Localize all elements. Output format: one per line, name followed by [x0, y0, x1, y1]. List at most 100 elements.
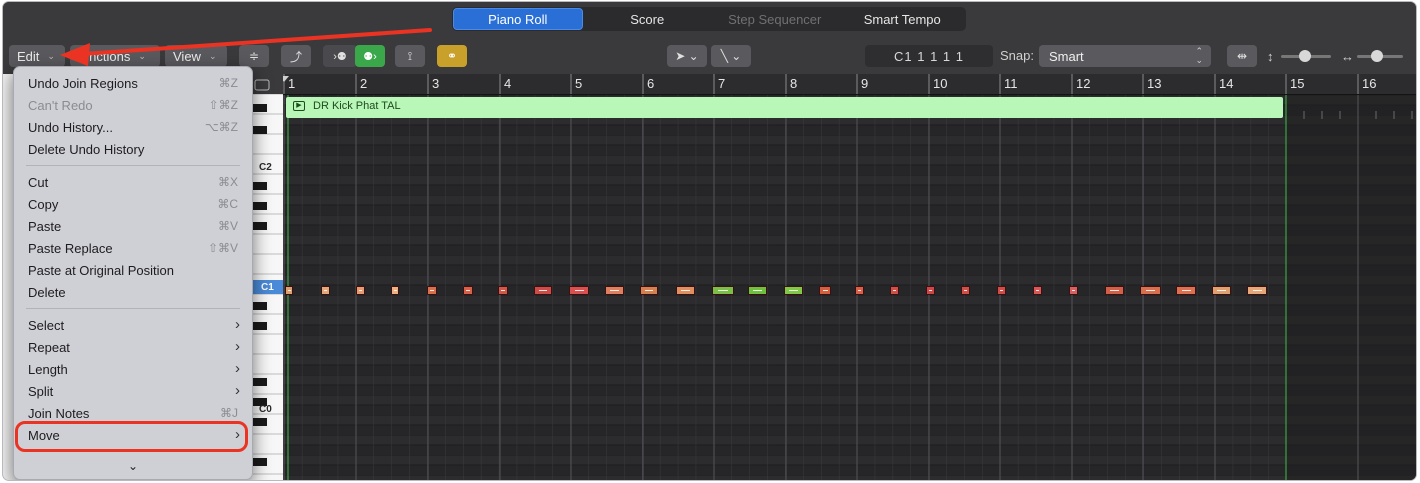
- menu-item-label: Length: [28, 362, 68, 377]
- menu-item-length[interactable]: Length ›: [14, 359, 252, 381]
- midi-note[interactable]: [890, 286, 899, 295]
- midi-note[interactable]: [784, 286, 803, 295]
- vertical-zoom-icon: ↕: [1267, 49, 1274, 64]
- menu-item-delete[interactable]: Delete: [14, 282, 252, 304]
- key-label-c0: C0: [259, 404, 272, 415]
- midi-out-button[interactable]: ⚉›: [355, 45, 385, 67]
- midi-note[interactable]: [997, 286, 1006, 295]
- menu-item-label: Undo History...: [28, 120, 114, 135]
- region-loop-icon: ▶: [293, 101, 305, 111]
- tab-smart-tempo[interactable]: Smart Tempo: [839, 7, 967, 31]
- midi-note[interactable]: [819, 286, 831, 295]
- tab-piano-roll[interactable]: Piano Roll: [453, 8, 583, 30]
- midi-note[interactable]: [640, 286, 658, 295]
- functions-menu-button[interactable]: Functions ⌄: [70, 45, 160, 67]
- catch-icon: ⟟: [407, 48, 413, 63]
- automation-button[interactable]: ⤴: [281, 45, 311, 67]
- menu-item-label: Split: [28, 384, 54, 399]
- slider-knob[interactable]: [1299, 50, 1311, 62]
- menu-item-copy[interactable]: Copy ⌘C: [14, 194, 252, 216]
- key-label-c1: C1: [261, 282, 274, 293]
- functions-menu-label: Functions: [74, 48, 131, 64]
- automation-curve-icon: ⤴: [289, 49, 302, 64]
- midi-region[interactable]: ▶ DR Kick Phat TAL: [286, 97, 1283, 118]
- midi-note[interactable]: [926, 286, 935, 295]
- bar-number: 4: [504, 76, 512, 91]
- midi-note[interactable]: [498, 286, 508, 295]
- tab-score[interactable]: Score: [584, 7, 712, 31]
- midi-note[interactable]: [427, 286, 437, 295]
- midi-note[interactable]: [356, 286, 365, 295]
- menu-item-shortcut: ⌘J: [220, 406, 238, 420]
- midi-note[interactable]: [1105, 286, 1124, 295]
- midi-in-button[interactable]: ›⚉: [323, 45, 357, 67]
- midi-note[interactable]: [748, 286, 767, 295]
- menu-item-shortcut: ⌘V: [217, 219, 238, 233]
- link-icon: ⚭: [446, 49, 458, 63]
- menu-item-undo-join-regions[interactable]: Undo Join Regions ⌘Z: [14, 73, 252, 95]
- midi-note[interactable]: [712, 286, 734, 295]
- menu-item-cut[interactable]: Cut ⌘X: [14, 172, 252, 194]
- bar-number: 2: [360, 76, 368, 91]
- menu-item-repeat[interactable]: Repeat ›: [14, 337, 252, 359]
- menu-item-shortcut: ⇧⌘Z: [208, 98, 238, 112]
- up-down-chevron-icon: ⌃ ⌄: [1195, 46, 1203, 65]
- bar-number: 5: [575, 76, 583, 91]
- menu-item-shortcut: ⌘X: [217, 175, 238, 189]
- menu-item-delete-undo-history[interactable]: Delete Undo History: [14, 139, 252, 161]
- bar-number: 7: [718, 76, 726, 91]
- midi-note[interactable]: [961, 286, 970, 295]
- edit-menu: Undo Join Regions ⌘Z Can't Redo ⇧⌘Z Undo H…: [13, 66, 253, 480]
- link-button[interactable]: ⚭: [437, 45, 467, 67]
- menu-item-label: Delete: [28, 285, 66, 300]
- tab-step-sequencer[interactable]: Step Sequencer: [711, 7, 839, 31]
- chevron-right-icon: ›: [235, 338, 240, 355]
- menu-item-label: Can't Redo: [28, 98, 93, 113]
- midi-note[interactable]: [1069, 286, 1078, 295]
- midi-note[interactable]: [463, 286, 473, 295]
- midi-note[interactable]: [321, 286, 330, 295]
- editor-tab-bar: Piano Roll Score Step Sequencer Smart Te…: [3, 2, 1416, 40]
- midi-note[interactable]: [1033, 286, 1042, 295]
- horizontal-zoom-slider[interactable]: [1357, 50, 1403, 62]
- menu-item-label: Paste Replace: [28, 241, 113, 256]
- midi-note[interactable]: [605, 286, 624, 295]
- vertical-zoom-slider[interactable]: [1281, 50, 1331, 62]
- fit-button[interactable]: ⇹: [1227, 45, 1257, 67]
- menu-item-split[interactable]: Split ›: [14, 381, 252, 403]
- slider-knob[interactable]: [1371, 50, 1383, 62]
- pencil-tool-button[interactable]: ╲ ⌄: [711, 45, 751, 67]
- midi-note[interactable]: [391, 286, 399, 295]
- menu-item-paste-replace[interactable]: Paste Replace ⇧⌘V: [14, 238, 252, 260]
- midi-note[interactable]: [1212, 286, 1231, 295]
- collapse-view-button[interactable]: ≑: [239, 45, 269, 67]
- position-display: C1 1 1 1 1: [865, 45, 993, 67]
- catch-button[interactable]: ⟟: [395, 45, 425, 67]
- ruler-ticks: [283, 74, 1359, 94]
- bar-ruler[interactable]: 1 2 3 4 5 6 7 8 9 10 11 12 13 14 15 16: [283, 74, 1416, 95]
- snap-value: Smart: [1049, 48, 1084, 64]
- menu-item-cant-redo[interactable]: Can't Redo ⇧⌘Z: [14, 95, 252, 117]
- menu-item-shortcut: ⌥⌘Z: [204, 120, 238, 134]
- midi-note[interactable]: [1176, 286, 1196, 295]
- edit-menu-button[interactable]: Edit ⌄: [9, 45, 65, 67]
- midi-note[interactable]: [676, 286, 695, 295]
- menu-item-undo-history[interactable]: Undo History... ⌥⌘Z: [14, 117, 252, 139]
- menu-item-select[interactable]: Select ›: [14, 315, 252, 337]
- menu-scroll-down-icon[interactable]: ⌄: [14, 459, 252, 479]
- pointer-tool-button[interactable]: ➤ ⌄: [667, 45, 707, 67]
- midi-note[interactable]: [534, 286, 552, 295]
- bar-number: 3: [432, 76, 440, 91]
- midi-note[interactable]: [1247, 286, 1267, 295]
- menu-item-shortcut: ⇧⌘V: [207, 241, 238, 255]
- snap-select[interactable]: Smart ⌃ ⌄: [1039, 45, 1211, 67]
- view-menu-button[interactable]: View ⌄: [165, 45, 227, 67]
- menu-item-paste-at-original-position[interactable]: Paste at Original Position: [14, 260, 252, 282]
- midi-note[interactable]: [569, 286, 589, 295]
- midi-note[interactable]: [1140, 286, 1161, 295]
- midi-note[interactable]: [285, 286, 293, 295]
- menu-item-paste[interactable]: Paste ⌘V: [14, 216, 252, 238]
- midi-note[interactable]: [855, 286, 864, 295]
- menu-item-label: Undo Join Regions: [28, 76, 138, 91]
- bar-number: 15: [1290, 76, 1305, 91]
